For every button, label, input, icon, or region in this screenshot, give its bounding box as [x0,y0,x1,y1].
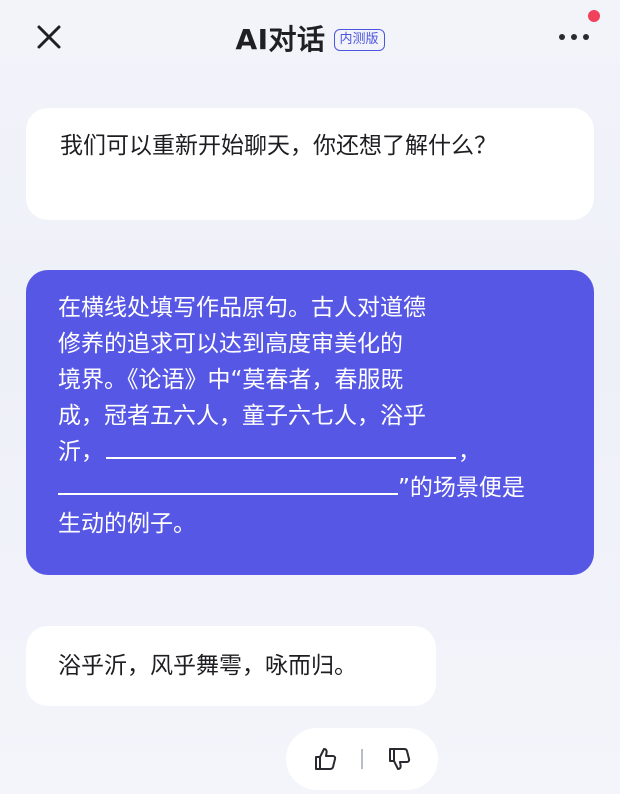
user-message-line: 修养的追求可以达到高度审美化的 [58,331,403,357]
top-bar: AI对话 内测版 [0,0,620,72]
notification-dot [588,10,600,22]
user-message-line-blank: ”的场景便是 [58,470,564,506]
page-title: AI对话 [235,23,326,56]
user-message-line: 成，冠者五六人，童子六七人，浴乎 [58,403,426,429]
user-message: 在横线处填写作品原句。古人对道德 修养的追求可以达到高度审美化的 境界。《论语》… [26,270,594,575]
user-message-line: 在横线处填写作品原句。古人对道德 [58,295,426,321]
ai-answer-text: 浴乎沂，风乎舞雩，咏而归。 [58,653,357,679]
fill-blank [106,435,456,459]
user-message-line: 境界。《论语》中“莫春者，春服既 [58,367,404,393]
ai-message-text: 我们可以重新开始聊天，你还想了解什么？ [60,133,497,159]
dislike-button[interactable] [381,741,417,777]
more-button[interactable] [554,25,594,49]
feedback-divider [361,749,363,769]
more-dots-icon [559,34,589,40]
ai-answer: 浴乎沂，风乎舞雩，咏而归。 [26,626,436,706]
title-group: AI对话 内测版 [0,18,620,58]
ai-message: 我们可以重新开始聊天，你还想了解什么？ [26,108,594,220]
user-message-fragment: ”的场景便是 [398,475,525,501]
like-button[interactable] [307,741,343,777]
user-message-line-blank: 沂， ， [58,434,564,470]
user-message-fragment: 沂， [58,439,104,465]
thumbs-down-icon [389,748,411,770]
user-message-fragment: ， [458,439,481,465]
fill-blank [58,471,398,495]
beta-badge: 内测版 [333,29,385,51]
user-message-line: 生动的例子。 [58,511,196,537]
feedback-bar [286,728,438,790]
thumbs-up-icon [315,748,337,770]
